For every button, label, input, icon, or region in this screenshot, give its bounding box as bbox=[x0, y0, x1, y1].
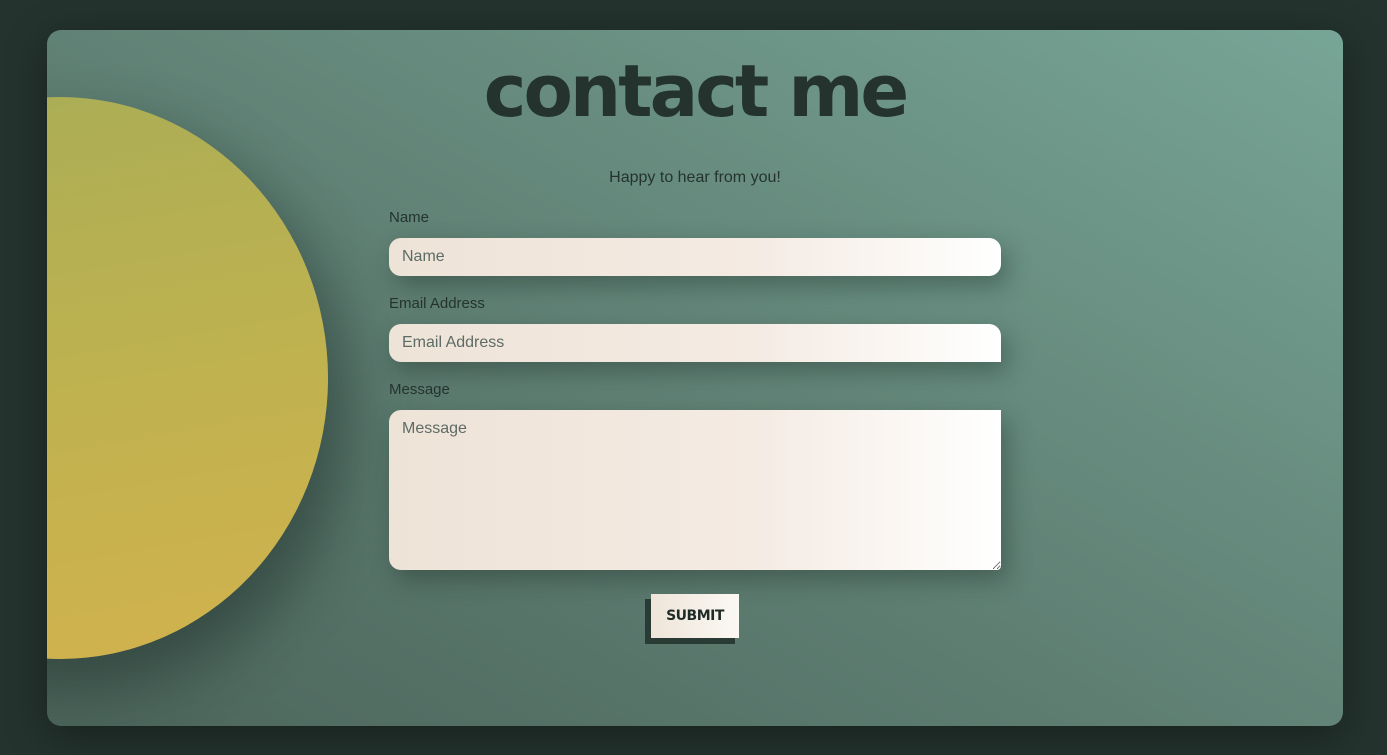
submit-button[interactable]: SUBMIT bbox=[651, 594, 739, 638]
name-label: Name bbox=[389, 209, 430, 226]
message-textarea[interactable] bbox=[389, 410, 1001, 570]
email-input[interactable] bbox=[389, 324, 1001, 362]
name-input[interactable] bbox=[389, 238, 1001, 276]
page-subtitle: Happy to hear from you! bbox=[609, 169, 781, 186]
contact-card: contact me Happy to hear from you! Name … bbox=[47, 30, 1343, 726]
email-label: Email Address bbox=[389, 295, 485, 312]
page-title: contact me bbox=[483, 49, 909, 133]
message-label: Message bbox=[389, 381, 450, 398]
